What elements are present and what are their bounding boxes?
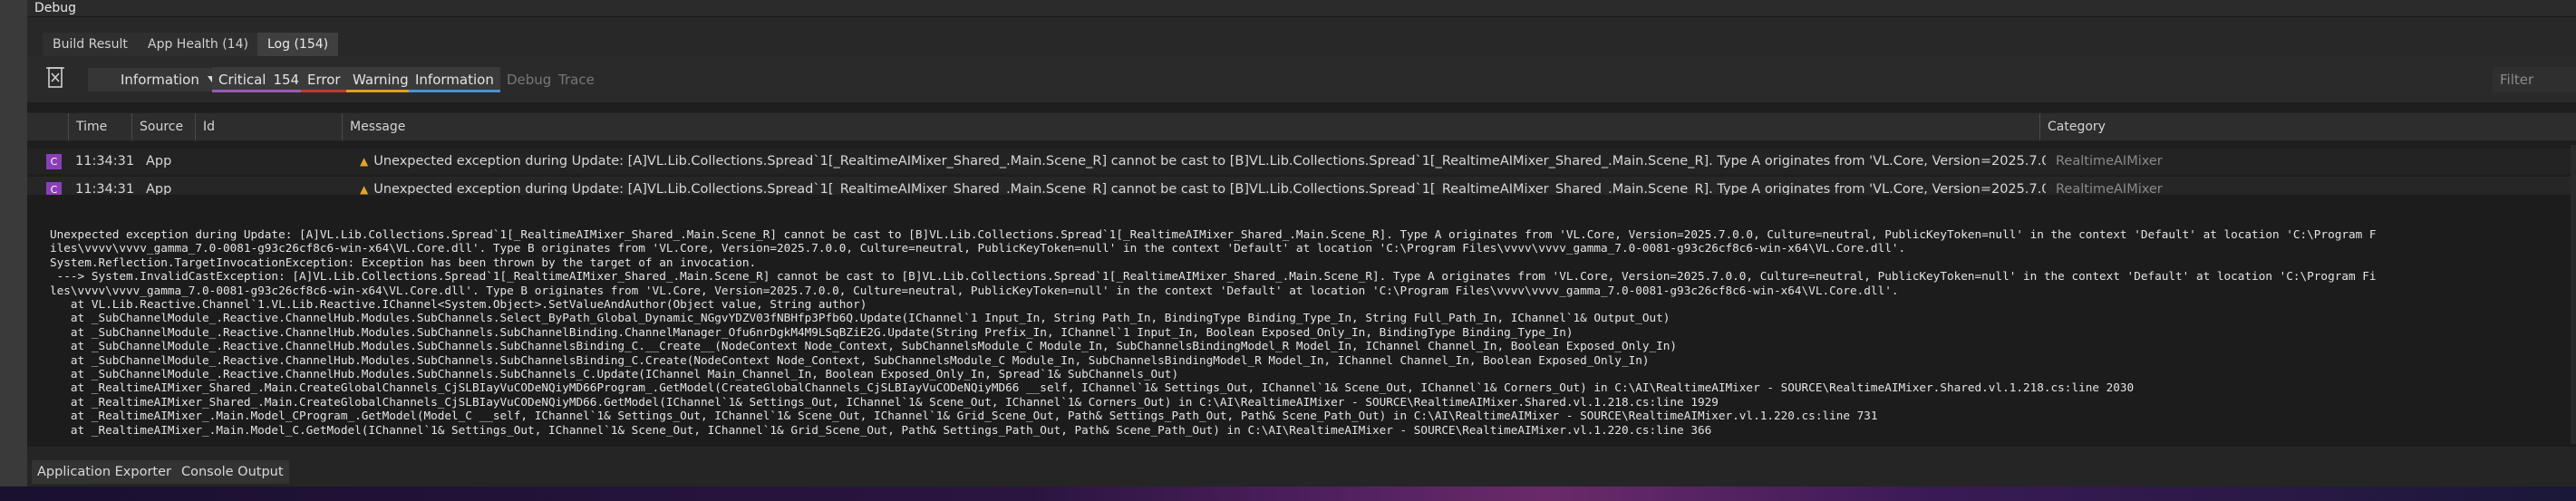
log-table-header: Time Source Id Message Category [27, 112, 2576, 141]
clear-log-button[interactable] [45, 66, 65, 90]
tab-log[interactable]: Log (154) [257, 33, 339, 56]
tab-console-output[interactable]: Console Output [176, 460, 289, 484]
row-source: App [146, 154, 172, 169]
row-message: ▲ Unexpected exception during Update: [A]… [360, 149, 2046, 174]
column-category[interactable]: Category [2039, 113, 2576, 140]
log-level-select[interactable]: Information [88, 68, 231, 92]
column-time[interactable]: Time [68, 113, 131, 140]
filter-error[interactable]: Error [301, 67, 347, 92]
row-category: RealtimeAIMixer [2056, 154, 2163, 169]
log-detail-panel[interactable]: Unexpected exception during Update: [A]V… [27, 195, 2576, 447]
filter-critical-label: Critical [218, 72, 266, 88]
filter-information[interactable]: Information [409, 67, 500, 92]
exception-stack-trace[interactable]: Unexpected exception during Update: [A]V… [50, 227, 2377, 437]
filter-critical[interactable]: Critical 154 [212, 67, 306, 92]
filter-critical-count: 154 [273, 72, 300, 88]
log-toolbar: Information Critical 154 Error Warning In… [27, 57, 2576, 102]
window-left-edge [0, 0, 27, 501]
window-title: Debug [34, 1, 77, 15]
debug-title-bar: Debug [27, 0, 2576, 17]
top-tab-bar: Build Result App Health (14) Log (154) [27, 17, 2576, 57]
desktop-background [0, 487, 2576, 501]
filter-input[interactable] [2493, 67, 2576, 92]
column-source[interactable]: Source [131, 113, 195, 140]
warning-triangle-icon: ▲ [360, 183, 369, 196]
log-row[interactable]: C 11:34:31 App ▲ Unexpected exception dur… [27, 149, 2576, 174]
critical-level-icon: C [46, 154, 62, 169]
tab-app-health[interactable]: App Health (14) [138, 33, 258, 56]
tab-build-result[interactable]: Build Result [43, 33, 138, 56]
filter-warning[interactable]: Warning [346, 67, 415, 92]
column-message[interactable]: Message [342, 113, 2039, 140]
row-message-text: Unexpected exception during Update: [A]V… [373, 154, 2046, 169]
column-id[interactable]: Id [195, 113, 342, 140]
tab-application-exporter[interactable]: Application Exporter [32, 460, 177, 484]
log-level-value: Information [121, 72, 199, 88]
bottom-tab-bar: Application Exporter Console Output [27, 447, 2576, 487]
vertical-scrollbar[interactable] [2571, 145, 2576, 444]
filter-trace[interactable]: Trace [552, 67, 601, 92]
row-time: 11:34:31 [75, 154, 135, 169]
clear-log-icon [46, 67, 64, 88]
warning-triangle-icon: ▲ [360, 155, 369, 168]
filter-debug[interactable]: Debug [500, 67, 558, 92]
